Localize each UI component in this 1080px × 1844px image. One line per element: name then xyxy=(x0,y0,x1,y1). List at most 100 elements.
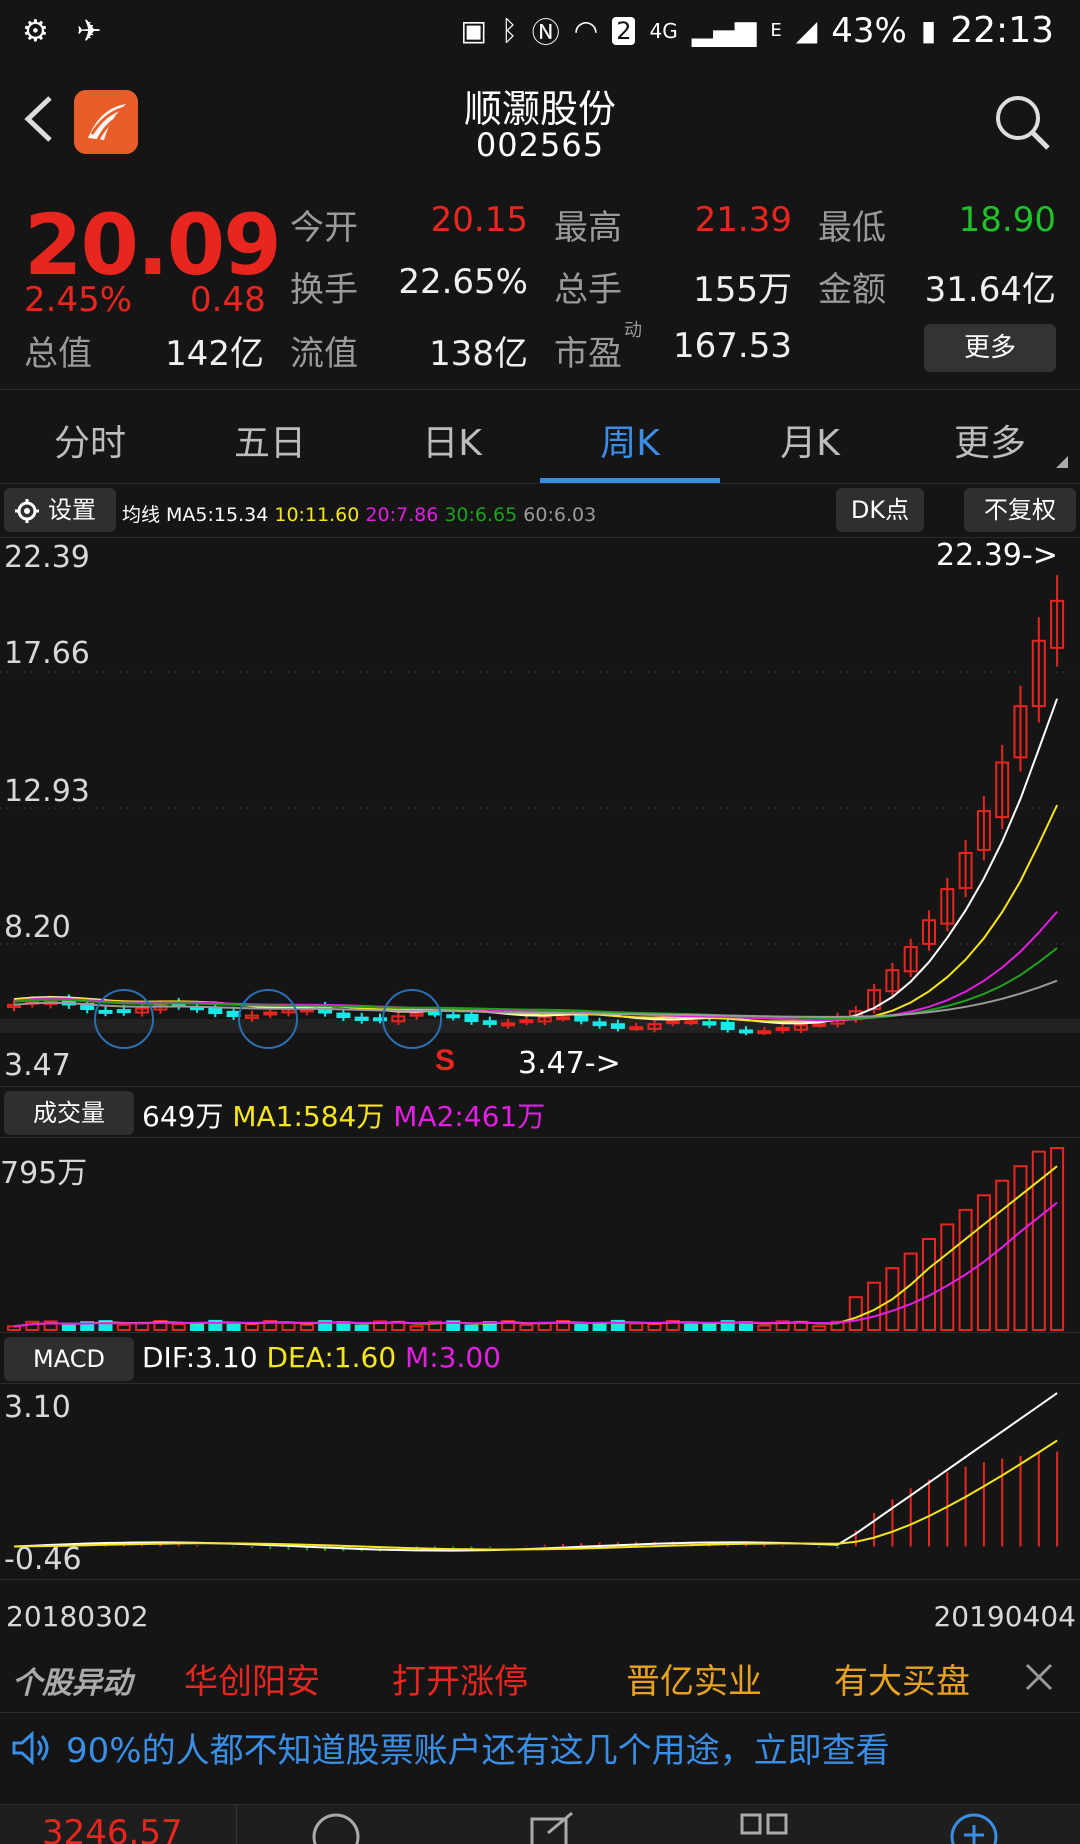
amount-value: 31.64亿 xyxy=(924,270,1056,310)
tab-more[interactable]: 更多 xyxy=(940,414,1040,466)
volume-bar xyxy=(848,1296,863,1332)
battery-icon: ▮ xyxy=(920,14,937,47)
end-date: 20190404 xyxy=(933,1600,1076,1633)
candle-body xyxy=(263,1011,278,1016)
volume-bar xyxy=(629,1322,644,1331)
volume-header: 成交量 649万 MA1:584万 MA2:461万 xyxy=(0,1086,1080,1138)
macd-indicator-button[interactable]: MACD xyxy=(4,1337,134,1381)
macd-legend: DIF:3.10 DEA:1.60 M:3.00 xyxy=(142,1341,501,1374)
tab-five-day[interactable]: 五日 xyxy=(220,414,320,466)
ticker-item-4[interactable]: 有大买盘 xyxy=(834,1654,970,1703)
candle-body xyxy=(482,1020,497,1025)
volume-bar xyxy=(61,1324,76,1331)
signal-icon: ▂▄▆ xyxy=(691,14,757,47)
volume-bar xyxy=(574,1323,589,1332)
volume-bar xyxy=(958,1208,973,1331)
low-value: 18.90 xyxy=(958,200,1056,240)
turnover-value: 22.65% xyxy=(398,262,528,302)
candle-body xyxy=(354,1016,369,1021)
mktcap-label: 总值 xyxy=(24,334,92,374)
candle-body xyxy=(757,1030,772,1035)
kline-chart[interactable]: S xyxy=(0,538,1080,1084)
tab-more-corner-icon xyxy=(1056,456,1068,468)
candle-body xyxy=(702,1021,717,1026)
date-axis: 20180302 20190404 xyxy=(0,1600,1080,1640)
stock-name: 顺灏股份 xyxy=(463,87,616,131)
ticker-item-2[interactable]: 打开涨停 xyxy=(392,1654,528,1703)
volume-bar xyxy=(940,1223,955,1331)
tab-day-k[interactable]: 日K xyxy=(402,414,502,466)
edit-icon[interactable] xyxy=(528,1811,576,1844)
ticker-item-1[interactable]: 华创阳安 xyxy=(184,1654,320,1703)
tab-minute[interactable]: 分时 xyxy=(40,414,140,466)
ma60-legend: 60:6.03 xyxy=(523,504,597,526)
ma-legend: 均线 MA5:15.34 10:11.60 20:7.86 30:6.65 60… xyxy=(122,500,596,527)
volume-bar xyxy=(702,1323,717,1331)
volume-bar xyxy=(519,1323,534,1332)
candle-body xyxy=(812,1022,827,1027)
tab-week-k[interactable]: 周K xyxy=(580,414,680,466)
macd-panel[interactable]: 3.10 -0.46 xyxy=(0,1384,1080,1580)
volume-bar xyxy=(903,1252,918,1331)
promo-notice[interactable]: 90%的人都不知道股票账户还有这几个用途，立即查看 xyxy=(0,1712,1080,1776)
volume-bar xyxy=(354,1324,369,1332)
sim-badge: 2 xyxy=(612,16,636,45)
active-tab-indicator xyxy=(540,478,720,483)
candle-body xyxy=(592,1021,607,1027)
no-adjust-button[interactable]: 不复权 xyxy=(964,488,1076,532)
wifi-icon: ◠ xyxy=(573,14,599,47)
macd-m: M:3.00 xyxy=(405,1341,501,1374)
macd-header: MACD DIF:3.10 DEA:1.60 M:3.00 xyxy=(0,1332,1080,1384)
volume-panel[interactable]: 795万 xyxy=(0,1138,1080,1332)
add-watchlist-icon[interactable] xyxy=(948,1811,1000,1844)
notice-text[interactable]: 90%的人都不知道股票账户还有这几个用途，立即查看 xyxy=(66,1723,890,1772)
header: 顺灏股份 002565 xyxy=(0,64,1080,174)
volume-bar xyxy=(299,1323,314,1332)
candle-body xyxy=(446,1014,461,1019)
y-label-top: 22.39 xyxy=(4,540,90,575)
candle-body xyxy=(427,1011,442,1016)
more-button[interactable]: 更多 xyxy=(924,324,1056,372)
y-label-3: 12.93 xyxy=(4,774,90,809)
close-icon[interactable] xyxy=(1024,1662,1054,1692)
stock-alert-ticker[interactable]: 个股异动 华创阳安 打开涨停 晋亿实业 有大买盘 xyxy=(0,1648,1080,1704)
low-label: 最低 xyxy=(818,208,886,248)
signal-icon-2: ◢ xyxy=(795,14,818,47)
settings-button[interactable]: 设置 xyxy=(4,488,116,532)
bottom-navigation: 3246.57 xyxy=(0,1804,1080,1844)
grid-icon[interactable] xyxy=(740,1813,788,1844)
volume-indicator-button[interactable]: 成交量 xyxy=(4,1091,134,1135)
pe-label: 市盈 xyxy=(554,334,622,374)
sell-marker: S xyxy=(435,1044,455,1077)
tab-month-k[interactable]: 月K xyxy=(760,414,860,466)
volume-chart[interactable] xyxy=(0,1138,1080,1332)
high-label: 最高 xyxy=(554,208,622,248)
volume-bar xyxy=(647,1323,662,1332)
volume-bar xyxy=(226,1322,241,1332)
search-icon[interactable] xyxy=(992,92,1052,152)
trade-icon[interactable] xyxy=(310,1811,362,1844)
candle-body xyxy=(208,1007,223,1015)
candle-body xyxy=(519,1019,534,1024)
volume-bar xyxy=(592,1322,607,1332)
volume-bar xyxy=(757,1324,772,1332)
macd-y-bottom: -0.46 xyxy=(4,1542,82,1577)
ma30-legend: 30:6.65 xyxy=(444,504,518,526)
status-indicators: ▣ ᛒ Ⓝ ◠ 2 4G ▂▄▆ E ◢ 43% ▮ 22:13 xyxy=(460,10,1054,51)
index-value[interactable]: 3246.57 xyxy=(42,1813,183,1844)
volume-bar xyxy=(684,1321,699,1332)
amount-label: 金额 xyxy=(818,270,886,310)
nfc-icon: Ⓝ xyxy=(531,15,560,49)
macd-line xyxy=(13,1439,1058,1551)
ticker-item-3[interactable]: 晋亿实业 xyxy=(626,1654,762,1703)
volume-bar xyxy=(409,1325,424,1332)
candle-body xyxy=(610,1023,625,1029)
min-price-marker: 3.47-> xyxy=(518,1046,621,1081)
kline-panel[interactable]: S 22.39 17.66 12.93 8.20 3.47 22.39-> 3.… xyxy=(0,538,1080,1084)
volume-ma-line xyxy=(13,1201,1058,1328)
volume-value: 649万 xyxy=(142,1100,224,1133)
macd-chart[interactable] xyxy=(0,1384,1080,1580)
dk-point-button[interactable]: DK点 xyxy=(836,488,924,532)
settings-label: 设置 xyxy=(48,496,96,524)
ticker-title: 个股异动 xyxy=(12,1666,132,1701)
